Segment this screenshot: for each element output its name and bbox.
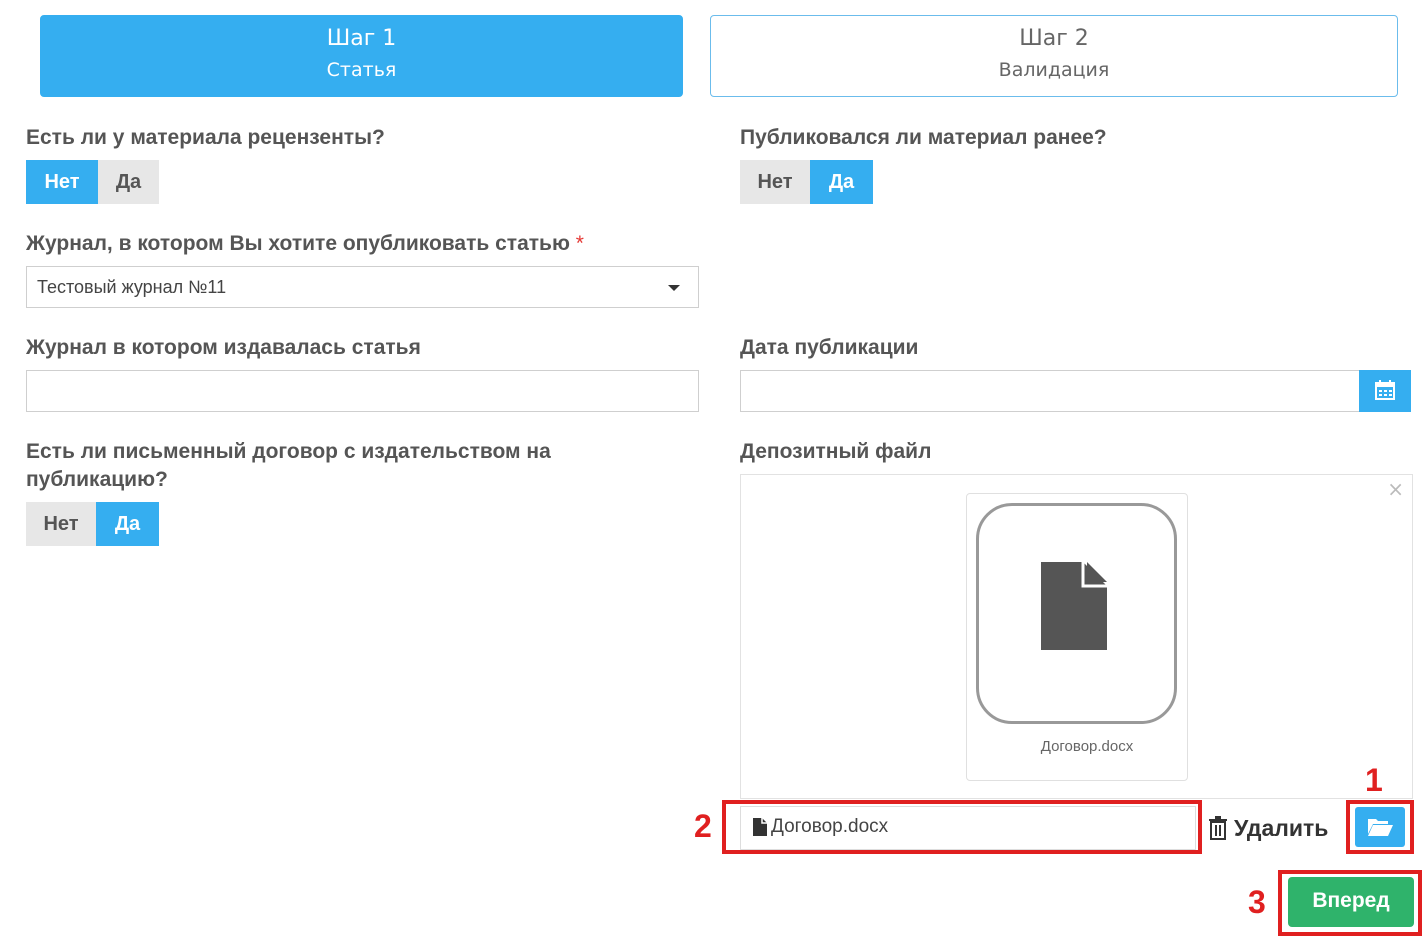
required-mark: * bbox=[575, 232, 584, 255]
calendar-button[interactable] bbox=[1359, 370, 1411, 412]
step-1-name: Статья bbox=[326, 59, 397, 81]
file-small-icon bbox=[753, 818, 767, 840]
document-icon bbox=[1041, 562, 1107, 650]
contract-yes-button[interactable]: Да bbox=[96, 502, 159, 546]
step-1-tab[interactable]: Шаг 1 Статья bbox=[40, 15, 683, 97]
journal-select-value: Тестовый журнал №11 bbox=[37, 277, 227, 297]
reviewers-toggle: Нет Да bbox=[26, 160, 159, 204]
published-before-yes-button[interactable]: Да bbox=[810, 160, 873, 204]
step-1-number: Шаг 1 bbox=[326, 26, 397, 51]
delete-button[interactable]: Удалить bbox=[1208, 814, 1348, 846]
deposit-label: Депозитный файл bbox=[740, 440, 932, 463]
contract-label: Есть ли письменный договор с издательств… bbox=[26, 440, 551, 491]
reviewers-yes-button[interactable]: Да bbox=[98, 160, 159, 204]
contract-toggle: Нет Да bbox=[26, 502, 159, 546]
published-before-toggle: Нет Да bbox=[740, 160, 873, 204]
published-before-label: Публиковался ли материал ранее? bbox=[740, 126, 1107, 149]
annotation-number-2: 2 bbox=[694, 808, 712, 844]
journal-select[interactable]: Тестовый журнал №11 bbox=[26, 266, 699, 308]
thumbnail-caption: Договор.docx bbox=[1040, 738, 1134, 755]
trash-icon bbox=[1209, 816, 1227, 840]
step-2-number: Шаг 2 bbox=[1019, 26, 1089, 51]
step-2-tab[interactable]: Шаг 2 Валидация bbox=[710, 15, 1398, 97]
reviewers-no-button[interactable]: Нет bbox=[26, 160, 98, 204]
file-icon-frame bbox=[976, 503, 1177, 724]
browse-button[interactable] bbox=[1355, 807, 1405, 847]
prev-journal-input[interactable] bbox=[26, 370, 699, 412]
file-preview-panel: × Договор.docx bbox=[740, 474, 1413, 799]
calendar-icon bbox=[1375, 380, 1395, 400]
file-name-value: Договор.docx bbox=[771, 816, 889, 837]
pub-date-label: Дата публикации bbox=[740, 336, 919, 359]
annotation-number-1: 1 bbox=[1365, 762, 1383, 798]
next-button[interactable]: Вперед bbox=[1288, 877, 1414, 927]
file-thumbnail: Договор.docx bbox=[966, 493, 1188, 781]
step-2-name: Валидация bbox=[998, 59, 1110, 81]
journal-label: Журнал, в котором Вы хотите опубликовать… bbox=[26, 230, 706, 258]
preview-close-button[interactable]: × bbox=[1387, 477, 1404, 501]
contract-no-button[interactable]: Нет bbox=[26, 502, 96, 546]
published-before-no-button[interactable]: Нет bbox=[740, 160, 810, 204]
annotation-number-3: 3 bbox=[1248, 884, 1266, 920]
chevron-down-icon bbox=[668, 285, 680, 291]
delete-label: Удалить bbox=[1234, 815, 1329, 841]
prev-journal-label: Журнал в котором издавалась статья bbox=[26, 336, 421, 359]
file-name-input[interactable]: Договор.docx bbox=[740, 806, 1196, 850]
reviewers-label: Есть ли у материала рецензенты? bbox=[26, 126, 385, 149]
folder-open-icon bbox=[1368, 819, 1393, 836]
pub-date-input[interactable] bbox=[740, 370, 1360, 412]
journal-label-text: Журнал, в котором Вы хотите опубликовать… bbox=[26, 232, 570, 255]
